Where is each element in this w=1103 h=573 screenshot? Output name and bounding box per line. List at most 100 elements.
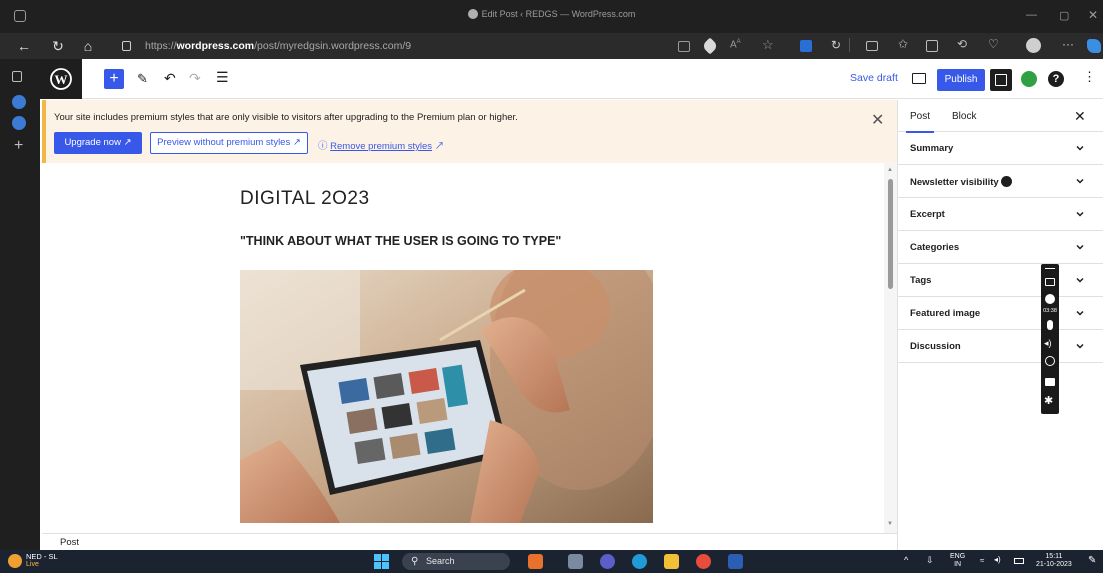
canvas-scrollbar[interactable]: ▲ ▼	[884, 163, 897, 533]
scroll-down-icon[interactable]: ▼	[887, 521, 893, 527]
document-overview-icon[interactable]: ☰	[216, 69, 229, 86]
url-domain: wordpress.com	[176, 40, 255, 52]
panel-label: Summary	[910, 143, 954, 154]
battery-icon[interactable]	[1014, 558, 1024, 564]
weather-icon[interactable]	[8, 554, 22, 568]
panel-categories[interactable]: Categories	[898, 231, 1103, 264]
volume-icon[interactable]: ◂)	[994, 555, 1001, 564]
close-sidebar-icon[interactable]: ✕	[1074, 108, 1086, 125]
editor-canvas[interactable]: DIGITAL 2O23 "THINK ABOUT WHAT THE USER …	[42, 163, 897, 533]
tab-block[interactable]: Block	[952, 111, 976, 122]
recorder-handle-icon[interactable]	[1045, 268, 1055, 272]
microphone-icon[interactable]	[1047, 320, 1053, 330]
new-tab-plus-icon[interactable]: +	[14, 137, 23, 155]
performance-icon[interactable]: ♡	[988, 37, 999, 51]
lang-bottom: IN	[954, 561, 962, 568]
teams-icon[interactable]	[600, 554, 615, 569]
panel-tags[interactable]: Tags	[898, 264, 1103, 297]
settings-gear-icon[interactable]: ✱	[1044, 394, 1053, 407]
scroll-up-icon[interactable]: ▲	[887, 167, 893, 173]
panel-summary[interactable]: Summary	[898, 132, 1103, 165]
restore-icon[interactable]: ▢	[1059, 9, 1069, 22]
screen-icon[interactable]	[1045, 378, 1055, 386]
history-icon[interactable]: ⟲	[957, 37, 967, 51]
lock-icon[interactable]	[122, 41, 131, 51]
tab-post[interactable]: Post	[905, 111, 935, 133]
favorite-star-icon[interactable]: ☆	[762, 37, 774, 53]
taskbar-search[interactable]: ⚲ Search	[402, 553, 510, 570]
notice-message: Your site includes premium styles that a…	[54, 112, 518, 123]
weather-title: NED - SL	[26, 552, 58, 561]
wordpress-tab-icon[interactable]	[12, 95, 26, 109]
panel-excerpt[interactable]: Excerpt	[898, 198, 1103, 231]
remove-premium-styles-link[interactable]: ⓘ Remove premium styles ↗	[318, 138, 444, 152]
chevron-down-icon	[1076, 343, 1084, 349]
tools-pen-icon[interactable]: ✎	[137, 71, 148, 87]
refresh-icon[interactable]: ↻	[50, 38, 66, 54]
favorites-icon[interactable]: ✩	[898, 37, 908, 51]
windows-start-icon[interactable]	[374, 554, 389, 569]
file-explorer-icon[interactable]	[664, 554, 679, 569]
breadcrumb-post[interactable]: Post	[60, 537, 79, 548]
apps-icon[interactable]	[678, 41, 690, 52]
task-view-icon[interactable]	[568, 554, 583, 569]
chrome-icon[interactable]	[696, 554, 711, 569]
add-block-button[interactable]: +	[104, 69, 124, 89]
jetpack-icon[interactable]	[1021, 71, 1037, 87]
speaker-icon[interactable]: ◂)	[1044, 338, 1052, 349]
weather-widget[interactable]: NED - SL Live	[26, 553, 58, 569]
webcam-icon[interactable]	[1045, 356, 1055, 366]
browser-vertical-tabs: +	[0, 59, 40, 550]
post-image-block[interactable]	[240, 270, 653, 523]
preview-label: Preview without premium styles	[157, 137, 291, 148]
preview-without-premium-button[interactable]: Preview without premium styles ↗	[150, 132, 308, 154]
notification-icon[interactable]: ✎	[1088, 555, 1096, 566]
refresh-extension-icon[interactable]: ↻	[831, 38, 841, 52]
more-options-icon[interactable]: ···	[1062, 37, 1074, 51]
wifi-icon[interactable]: ≈	[980, 556, 984, 565]
copilot-icon[interactable]	[1087, 39, 1101, 53]
language-indicator[interactable]: ENG IN	[950, 553, 965, 569]
clock-time: 15:11	[1045, 553, 1063, 560]
show-hidden-icons-icon[interactable]: ^	[904, 555, 908, 565]
save-draft-button[interactable]: Save draft	[850, 72, 898, 84]
upgrade-now-button[interactable]: Upgrade now ↗	[54, 132, 142, 154]
read-aloud-icon[interactable]: AA	[730, 39, 741, 50]
record-icon[interactable]	[1045, 294, 1055, 304]
home-icon[interactable]: ⌂	[80, 38, 96, 54]
profile-avatar-icon[interactable]	[1026, 38, 1041, 53]
options-kebab-icon[interactable]: ⋮	[1083, 69, 1096, 85]
close-window-icon[interactable]: ✕	[1088, 8, 1098, 22]
close-notice-icon[interactable]: ✕	[871, 110, 884, 130]
wordpress-tab-icon-2[interactable]	[12, 116, 26, 130]
settings-button[interactable]	[990, 69, 1012, 91]
url-field[interactable]: https://wordpress.com/post/myredgsin.wor…	[145, 37, 705, 55]
sidebar-tabs: Post Block ✕	[898, 100, 1103, 133]
post-heading-block[interactable]: "THINK ABOUT WHAT THE USER IS GOING TO T…	[240, 234, 561, 248]
publish-button[interactable]: Publish	[937, 69, 985, 91]
help-question-icon[interactable]: ?	[1048, 71, 1064, 87]
scrollbar-thumb[interactable]	[888, 179, 893, 289]
post-title[interactable]: DIGITAL 2O23	[240, 188, 370, 210]
panel-discussion[interactable]: Discussion	[898, 330, 1103, 363]
lang-top: ENG	[950, 553, 966, 560]
browser-address-bar: ← ↻ ⌂ https://wordpress.com/post/myredgs…	[0, 33, 1103, 59]
usb-icon[interactable]: ⇩	[926, 555, 934, 566]
panel-newsletter-visibility[interactable]: Newsletter visibility	[898, 165, 1103, 198]
tab-actions-icon[interactable]	[12, 71, 22, 82]
back-arrow-icon[interactable]: ←	[16, 38, 32, 54]
taskbar-app-icon[interactable]	[528, 554, 543, 569]
redo-icon[interactable]: ↷	[189, 70, 201, 87]
camera-icon[interactable]	[1045, 278, 1055, 286]
edge-icon[interactable]	[632, 554, 647, 569]
undo-icon[interactable]: ↶	[164, 70, 176, 87]
collections-icon[interactable]	[926, 40, 938, 52]
preview-device-icon[interactable]	[912, 73, 926, 84]
word-icon[interactable]	[728, 554, 743, 569]
extension-icon[interactable]	[800, 40, 812, 52]
split-screen-icon[interactable]	[866, 41, 878, 51]
wordpress-logo-button[interactable]: W	[40, 59, 82, 99]
minimize-icon[interactable]: —	[1026, 9, 1037, 21]
panel-featured-image[interactable]: Featured image	[898, 297, 1103, 330]
system-clock[interactable]: 15:11 21-10-2023	[1036, 553, 1072, 569]
